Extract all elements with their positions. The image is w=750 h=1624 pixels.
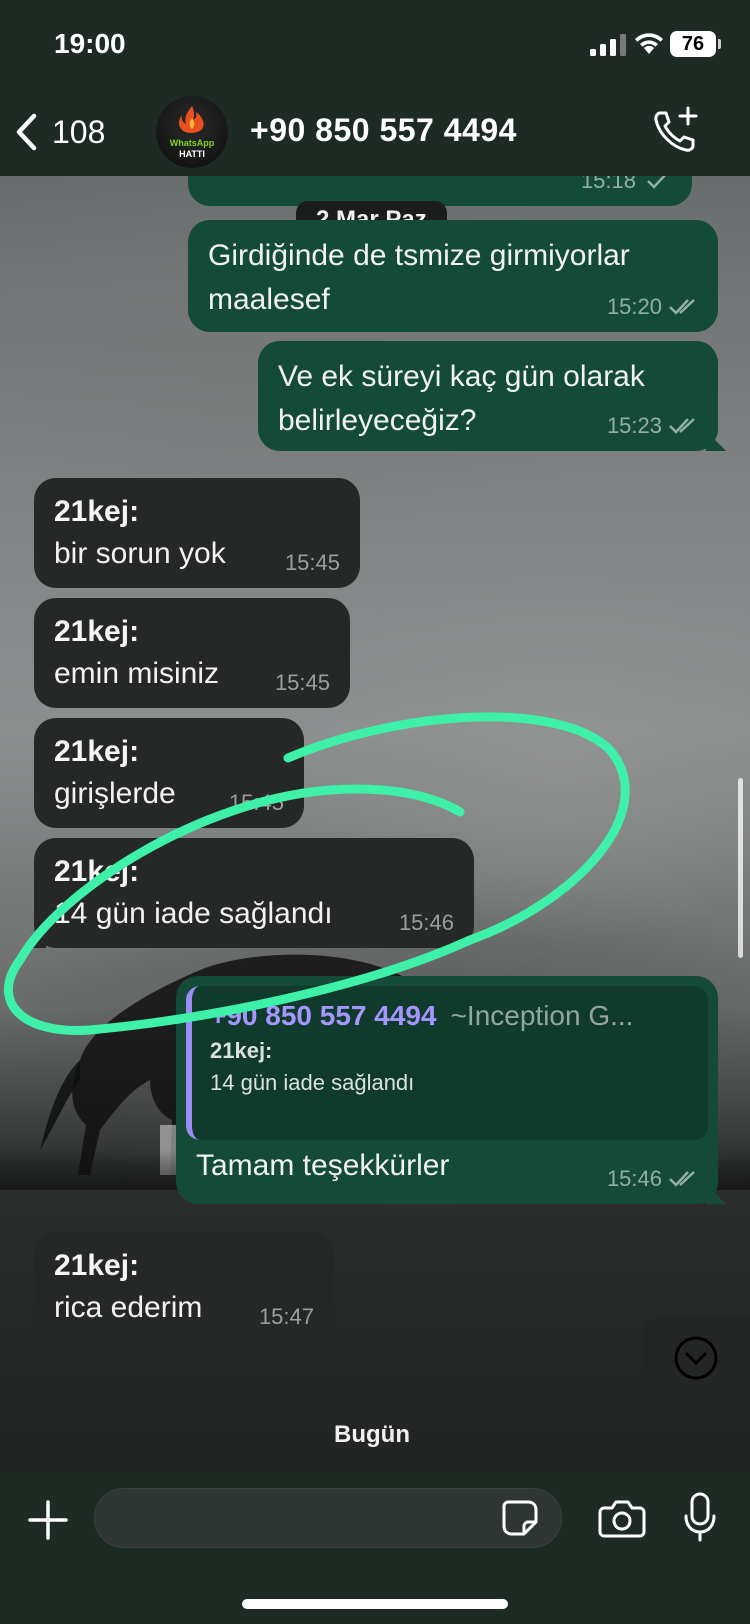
message-bubble-incoming[interactable]: 21kej: bir sorun yok 15:45 [34,478,360,588]
battery-indicator: 76 [670,31,721,57]
contact-avatar[interactable]: WhatsApp HATTI [156,96,228,168]
message-meta: 15:45 [229,790,284,816]
message-sender: 21kej: [54,855,140,888]
avatar-logo-subtext: HATTI [179,149,205,159]
back-chevron-icon [16,113,37,151]
message-bubble-incoming[interactable]: 21kej: girişlerde 15:45 [34,718,304,828]
message-bubble-outgoing[interactable]: Ve ek süreyi kaç gün olarak belirleyeceğ… [258,341,718,451]
message-time: 15:45 [228,790,284,815]
quoted-author: 21kej: [210,1038,273,1063]
plus-icon[interactable] [24,1496,72,1544]
message-input[interactable] [94,1488,562,1548]
message-sender: 21kej: [54,615,140,648]
sticker-icon[interactable] [500,1498,540,1538]
back-button[interactable]: 108 [14,104,105,160]
message-meta: 15:45 [275,670,330,696]
message-bubble-outgoing[interactable]: Girdiğinde de tsmize girmiyorlar maalese… [188,220,718,332]
message-text: Girdiğinde de tsmize girmiyorlar [208,239,630,272]
chat-header-overlay: 108 WhatsApp HATTI +90 850 557 4494 [0,90,750,176]
home-indicator [242,1599,508,1609]
message-meta: 15:45 [285,550,340,576]
call-add-icon[interactable] [650,104,702,156]
message-sender: 21kej: [54,735,140,768]
message-bubble-incoming[interactable]: 21kej: rica ederim 15:47 [34,1232,334,1342]
chevron-down-icon [674,1336,718,1380]
message-time: 15:20 [606,294,662,319]
message-time: 15:23 [606,413,662,438]
message-sender: 21kej: [54,495,140,528]
cellular-signal-icon [590,34,626,56]
message-bubble-outgoing-reply[interactable]: +90 850 557 4494 ~Inception G... 21kej: 1… [176,976,718,1204]
message-meta: 15:47 [259,1304,314,1330]
microphone-icon[interactable] [682,1492,718,1542]
wifi-icon [635,33,663,54]
message-meta: 15:23 [607,413,698,439]
status-bar: 19:00 76 [0,0,750,90]
avatar-logo-text: WhatsApp [169,138,215,148]
message-text: Tamam teşekkürler [196,1149,450,1182]
message-text: Ve ek süreyi kaç gün olarak [278,360,645,393]
message-meta: 15:20 [607,294,698,320]
quoted-sender-number: +90 850 557 4494 [210,1000,437,1031]
quoted-text: 14 gün iade sağlandı [210,1070,415,1095]
today-divider: Bugün [334,1421,410,1448]
status-time: 19:00 [54,28,126,59]
unread-chats-count: 108 [52,113,106,150]
double-check-icon [669,1171,695,1187]
scroll-indicator[interactable] [738,778,743,958]
message-time: 15:46 [606,1166,662,1191]
message-time: 15:47 [258,1304,314,1329]
message-sender: 21kej: [54,1249,140,1282]
message-bubble-incoming[interactable]: 21kej: 14 gün iade sağlandı 15:46 [34,838,474,948]
message-text: 14 gün iade sağlandı [54,897,333,930]
message-bubble-incoming[interactable]: 21kej: emin misiniz 15:45 [34,598,350,708]
scroll-to-bottom-button[interactable] [642,1318,750,1398]
message-time: 15:46 [398,910,454,935]
double-check-icon [669,299,695,315]
input-bar [0,1472,750,1624]
message-meta: 15:46 [399,910,454,936]
quoted-group-name: ~Inception G... [450,1000,634,1031]
quoted-sender: +90 850 557 4494 ~Inception G... [210,1000,690,1032]
quoted-reply[interactable]: +90 850 557 4494 ~Inception G... 21kej: 1… [186,986,708,1140]
message-meta: 15:46 [607,1166,698,1192]
camera-icon[interactable] [598,1496,646,1540]
contact-name[interactable]: +90 850 557 4494 [250,112,517,149]
message-time: 15:45 [274,670,330,695]
double-check-icon [669,418,695,434]
message-time: 15:45 [284,550,340,575]
